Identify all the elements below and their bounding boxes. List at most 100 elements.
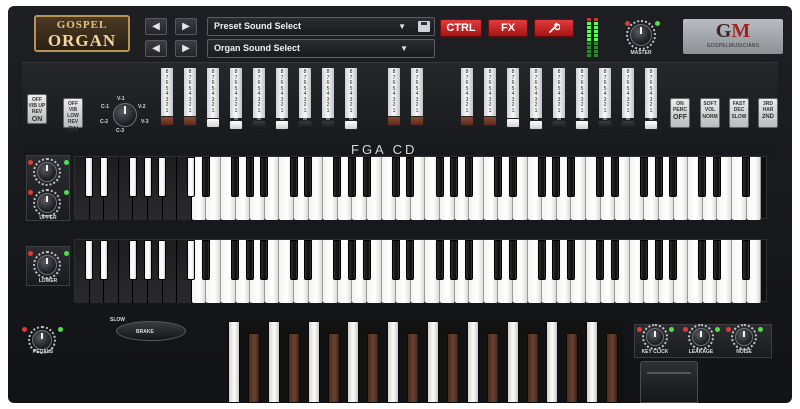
upper-black-key[interactable] — [552, 157, 561, 197]
preset-next-button[interactable]: ▶ — [175, 18, 197, 35]
upper-black-key[interactable] — [187, 157, 196, 197]
upper-black-key[interactable] — [347, 157, 356, 197]
upper-black-key[interactable] — [669, 157, 678, 197]
lower-black-key[interactable] — [260, 240, 269, 280]
upper-black-key[interactable] — [435, 157, 444, 197]
drawbar-4[interactable]: 8 7 6 5 4 3 2 1 — [229, 68, 243, 134]
upper-black-key[interactable] — [450, 157, 459, 197]
drawbar-handle[interactable] — [387, 116, 401, 126]
lower-black-key[interactable] — [639, 240, 648, 280]
bass-pedal[interactable] — [486, 333, 499, 403]
drawbar-handle[interactable] — [344, 120, 358, 130]
bass-pedal[interactable] — [446, 333, 459, 403]
upper-black-key[interactable] — [508, 157, 517, 197]
lower-black-key[interactable] — [552, 240, 561, 280]
bass-pedal[interactable] — [506, 321, 519, 403]
drawbar-handle[interactable] — [552, 120, 566, 130]
drawbar-handle[interactable] — [206, 118, 220, 128]
fx-button[interactable]: FX — [488, 19, 528, 37]
upper-black-key[interactable] — [493, 157, 502, 197]
lower-black-key[interactable] — [362, 240, 371, 280]
drawbar-handle[interactable] — [183, 116, 197, 126]
upper-black-key[interactable] — [406, 157, 415, 197]
upper-black-key[interactable] — [712, 157, 721, 197]
upper-black-key[interactable] — [158, 157, 167, 197]
drawbar-handle[interactable] — [298, 120, 312, 130]
upper-black-key[interactable] — [85, 157, 94, 197]
lower-black-key[interactable] — [698, 240, 707, 280]
pedals-volume-knob[interactable] — [28, 326, 56, 354]
lower-black-key[interactable] — [158, 240, 167, 280]
drawbar-2[interactable]: 8 7 6 5 4 3 2 1 — [183, 68, 197, 134]
drawbar-15[interactable]: 8 7 6 5 4 3 2 1 — [529, 68, 543, 134]
drawbar-20[interactable]: 8 7 6 5 4 3 2 1 — [644, 68, 658, 134]
upper-black-key[interactable] — [639, 157, 648, 197]
upper-black-key[interactable] — [304, 157, 313, 197]
preset-prev-button[interactable]: ◀ — [145, 18, 167, 35]
upper-black-key[interactable] — [128, 157, 137, 197]
bass-pedal[interactable] — [407, 333, 420, 403]
drawbar-handle[interactable] — [410, 116, 424, 126]
lower-black-key[interactable] — [187, 240, 196, 280]
bass-pedal[interactable] — [586, 321, 599, 403]
bass-pedal[interactable] — [387, 321, 400, 403]
percussion-harmonic-switch[interactable]: 3RD HAR 2ND — [758, 98, 778, 128]
lower-black-key[interactable] — [99, 240, 108, 280]
drawbar-18[interactable]: 8 7 6 5 4 3 2 1 — [598, 68, 612, 134]
drawbar-16[interactable]: 8 7 6 5 4 3 2 1 — [552, 68, 566, 134]
upper-black-key[interactable] — [260, 157, 269, 197]
lower-black-key[interactable] — [245, 240, 254, 280]
drawbar-13[interactable]: 8 7 6 5 4 3 2 1 — [483, 68, 497, 134]
bass-pedal[interactable] — [327, 333, 340, 403]
drawbar-5[interactable]: 8 7 6 5 4 3 2 1 — [252, 68, 266, 134]
organ-sound-select[interactable]: Organ Sound Select ▼ — [207, 39, 435, 58]
drawbar-handle[interactable] — [460, 116, 474, 126]
lower-black-key[interactable] — [742, 240, 751, 280]
drawbar-12[interactable]: 8 7 6 5 4 3 2 1 — [460, 68, 474, 134]
drawbar-14[interactable]: 8 7 6 5 4 3 2 1 — [506, 68, 520, 134]
drawbar-handle[interactable] — [529, 120, 543, 130]
lower-black-key[interactable] — [406, 240, 415, 280]
leslie-speed-switch[interactable]: SLOW BRAKE — [98, 317, 202, 341]
lower-black-key[interactable] — [610, 240, 619, 280]
drawbar-handle[interactable] — [321, 120, 335, 130]
bass-pedal[interactable] — [466, 321, 479, 403]
drawbar-handle[interactable] — [483, 116, 497, 126]
bass-pedal[interactable] — [267, 321, 280, 403]
lower-black-key[interactable] — [450, 240, 459, 280]
organ-prev-button[interactable]: ◀ — [145, 40, 167, 57]
drawbar-19[interactable]: 8 7 6 5 4 3 2 1 — [621, 68, 635, 134]
upper-black-key[interactable] — [362, 157, 371, 197]
upper-black-key[interactable] — [742, 157, 751, 197]
bass-pedal[interactable] — [347, 321, 360, 403]
upper-black-key[interactable] — [289, 157, 298, 197]
preset-sound-select[interactable]: Preset Sound Select ▼ — [207, 17, 435, 36]
bass-pedal[interactable] — [546, 321, 559, 403]
lower-black-key[interactable] — [333, 240, 342, 280]
drawbar-6[interactable]: 8 7 6 5 4 3 2 1 — [275, 68, 289, 134]
bass-pedal[interactable] — [526, 333, 539, 403]
lower-black-key[interactable] — [289, 240, 298, 280]
lower-black-key[interactable] — [143, 240, 152, 280]
lower-black-key[interactable] — [128, 240, 137, 280]
bass-pedal[interactable] — [247, 333, 260, 403]
upper-black-key[interactable] — [201, 157, 210, 197]
settings-button[interactable] — [534, 19, 574, 37]
drawbar-3[interactable]: 8 7 6 5 4 3 2 1 — [206, 68, 220, 134]
lower-black-key[interactable] — [596, 240, 605, 280]
lower-black-key[interactable] — [231, 240, 240, 280]
drawbar-9[interactable]: 8 7 6 5 4 3 2 1 — [344, 68, 358, 134]
upper-black-key[interactable] — [566, 157, 575, 197]
key-click-knob[interactable] — [642, 324, 668, 350]
drawbar-handle[interactable] — [252, 120, 266, 130]
percussion-decay-switch[interactable]: FAST DEC SLOW — [729, 98, 749, 128]
lower-black-key[interactable] — [712, 240, 721, 280]
master-knob[interactable] — [626, 20, 656, 50]
drawbar-8[interactable]: 8 7 6 5 4 3 2 1 — [321, 68, 335, 134]
drawbar-handle[interactable] — [575, 120, 589, 130]
upper-black-key[interactable] — [464, 157, 473, 197]
upper-black-key[interactable] — [537, 157, 546, 197]
lower-black-key[interactable] — [347, 240, 356, 280]
drawbar-1[interactable]: 8 7 6 5 4 3 2 1 — [160, 68, 174, 134]
drawbar-handle[interactable] — [621, 120, 635, 130]
